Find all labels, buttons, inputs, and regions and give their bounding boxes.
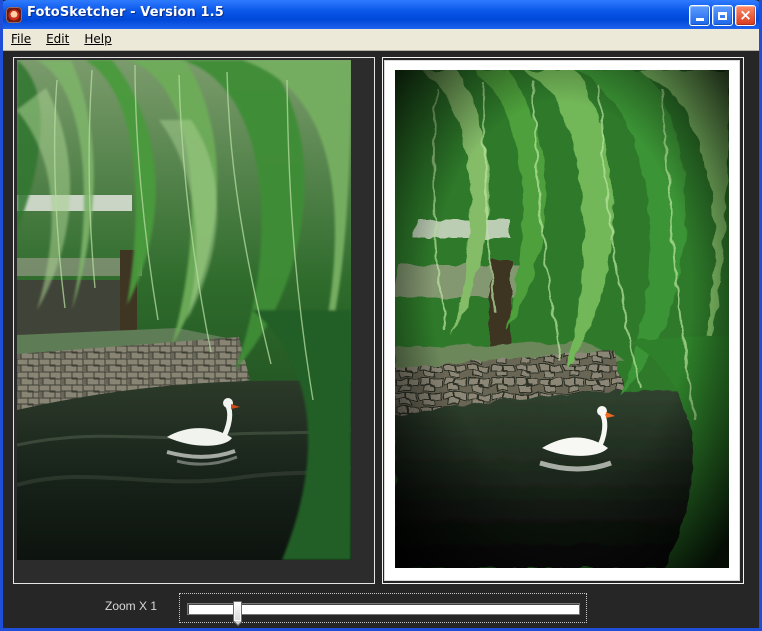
zoom-label: Zoom X 1 [105,599,158,613]
minimize-button[interactable] [689,5,710,26]
zoom-slider-thumb[interactable] [233,601,243,622]
close-icon: × [739,6,752,24]
sketch-preview[interactable] [395,70,729,568]
zoom-toolbar: Zoom X 1 [3,586,759,628]
zoom-slider-track[interactable] [187,603,580,615]
title-bar[interactable]: FotoSketcher - Version 1.5 × [3,0,759,29]
original-willow-swan-image [17,60,351,560]
minimize-icon [695,18,704,21]
painted-willow-swan-image [395,70,729,568]
maximize-icon [718,11,727,20]
menu-edit[interactable]: Edit [38,29,76,50]
close-button[interactable]: × [735,5,756,26]
menu-help[interactable]: Help [76,29,118,50]
window-title: FotoSketcher - Version 1.5 [27,5,224,20]
app-window: FotoSketcher - Version 1.5 × File Edit H… [0,0,762,631]
fotosketcher-app-icon[interactable] [6,7,22,23]
window-controls: × [689,5,756,26]
menu-file[interactable]: File [3,29,38,50]
zoom-slider[interactable] [179,593,587,623]
sketch-image-panel[interactable] [382,57,744,584]
sketch-paper [384,60,740,581]
original-image-panel[interactable] [13,57,375,584]
original-photo[interactable] [17,60,351,560]
maximize-button[interactable] [712,5,733,26]
menu-bar: File Edit Help [3,29,759,51]
